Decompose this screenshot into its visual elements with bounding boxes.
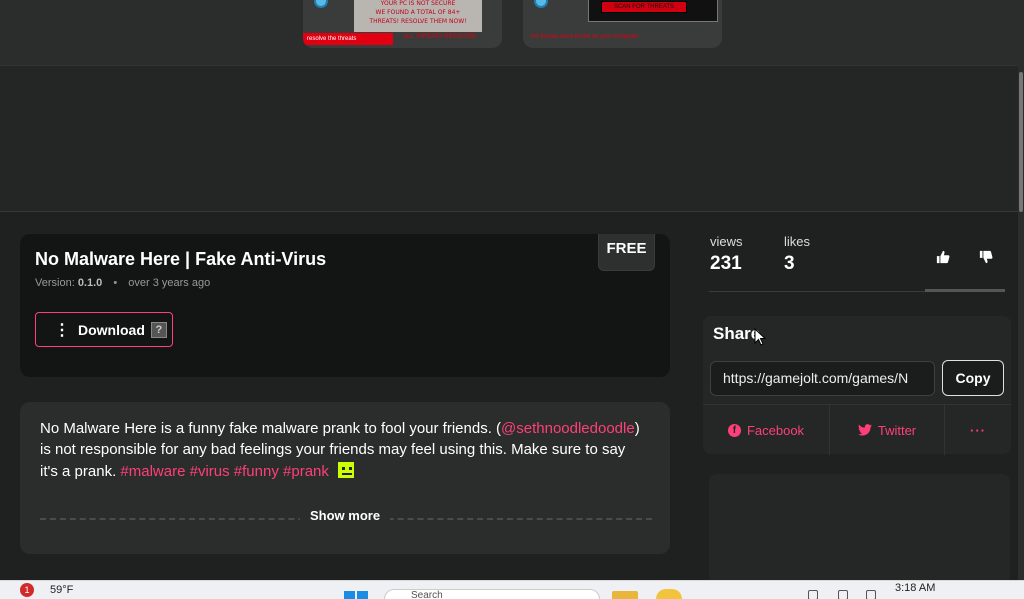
screenshot-text: ALL THREATS RESOLVED bbox=[403, 34, 477, 40]
platform-unknown-icon: ? bbox=[150, 321, 167, 338]
hashtag-link[interactable]: #virus bbox=[190, 463, 230, 480]
info-icon bbox=[314, 0, 328, 8]
kebab-menu-icon: ⋮ bbox=[54, 321, 70, 339]
tray-icon[interactable] bbox=[838, 590, 848, 599]
screenshot-thumbnail-1[interactable]: YOUR PC IS NOT SECURE WE FOUND A TOTAL O… bbox=[303, 0, 502, 48]
grinning-emoji-icon bbox=[336, 460, 357, 480]
user-mention-link[interactable]: @sethnoodledoodle bbox=[501, 420, 635, 437]
share-url-field[interactable]: https://gamejolt.com/games/N bbox=[710, 361, 935, 396]
hashtag-link[interactable]: #prank bbox=[283, 463, 329, 480]
copy-button[interactable]: Copy bbox=[942, 360, 1004, 396]
like-ratio-bar bbox=[925, 289, 1005, 292]
facebook-share-button[interactable]: f Facebook bbox=[703, 405, 830, 455]
taskbar-search-placeholder: Search bbox=[411, 590, 443, 599]
game-stats: views 231 likes 3 bbox=[709, 234, 1005, 292]
likes-count: 3 bbox=[784, 253, 795, 274]
scrollbar[interactable] bbox=[1018, 0, 1024, 580]
scrollbar-thumb[interactable] bbox=[1019, 72, 1023, 212]
game-description: No Malware Here is a funny fake malware … bbox=[40, 418, 645, 482]
share-card: Share https://gamejolt.com/games/N Copy … bbox=[703, 316, 1011, 455]
facebook-icon: f bbox=[727, 423, 741, 437]
hashtag-link[interactable]: #funny bbox=[234, 463, 279, 480]
mouse-cursor-icon bbox=[754, 328, 766, 346]
thumbs-down-icon[interactable] bbox=[979, 250, 993, 264]
screenshot-strip[interactable]: YOUR PC IS NOT SECURE WE FOUND A TOTAL O… bbox=[0, 0, 1024, 66]
screenshot-screen: SCAN FOR THREATS bbox=[588, 0, 718, 22]
game-meta: Version: 0.1.0 • over 3 years ago bbox=[35, 277, 210, 289]
thumbs-up-icon[interactable] bbox=[936, 250, 950, 264]
screenshot-area: YOUR PC IS NOT SECURE WE FOUND A TOTAL O… bbox=[0, 0, 1024, 212]
system-clock[interactable]: 3:18 AM bbox=[895, 582, 935, 594]
views-label: views bbox=[710, 234, 743, 249]
show-more-button[interactable]: Show more bbox=[300, 508, 391, 523]
windows-taskbar: 1 59°F Search 3:18 AM bbox=[0, 580, 1024, 599]
windows-start-icon[interactable] bbox=[344, 591, 368, 599]
price-badge: FREE bbox=[598, 234, 655, 271]
tray-icon[interactable] bbox=[866, 590, 876, 599]
views-stat: views 231 bbox=[710, 234, 743, 275]
version-label: Version: bbox=[35, 277, 75, 289]
info-icon bbox=[534, 0, 548, 8]
version-number: 0.1.0 bbox=[77, 277, 103, 289]
publish-age: over 3 years ago bbox=[128, 277, 211, 289]
screenshot-screen: YOUR PC IS NOT SECURE WE FOUND A TOTAL O… bbox=[354, 0, 482, 32]
download-button[interactable]: ⋮ Download ? bbox=[35, 312, 173, 347]
tray-icon[interactable] bbox=[808, 590, 818, 599]
more-share-options-button[interactable]: ··· bbox=[945, 405, 1011, 455]
screenshot-text: No threats were found on your computer bbox=[531, 34, 639, 40]
hashtag-link[interactable]: #malware bbox=[120, 463, 185, 480]
likes-label: likes bbox=[784, 234, 811, 249]
screenshot-text: THREATS! RESOLVE THEM NOW! bbox=[369, 18, 467, 25]
game-header-card: No Malware Here | Fake Anti-Virus Versio… bbox=[20, 234, 670, 377]
download-label: Download bbox=[78, 321, 145, 338]
views-count: 231 bbox=[710, 253, 742, 274]
description-text: No Malware Here is a funny fake malware … bbox=[40, 420, 502, 437]
description-card: No Malware Here is a funny fake malware … bbox=[20, 402, 670, 554]
screenshot-thumbnail-2[interactable]: SCAN FOR THREATS No threats were found o… bbox=[523, 0, 722, 48]
file-explorer-icon[interactable] bbox=[612, 591, 638, 599]
screenshot-red-bar: resolve the threats bbox=[303, 33, 393, 45]
ad-slot bbox=[709, 474, 1010, 584]
temperature: 59°F bbox=[50, 584, 74, 596]
twitter-label: Twitter bbox=[877, 422, 917, 438]
social-share-row: f Facebook Twitter ··· bbox=[703, 404, 1011, 455]
screenshot-scan-button: SCAN FOR THREATS bbox=[601, 1, 687, 13]
notification-badge: 1 bbox=[20, 583, 34, 597]
likes-stat: likes 3 bbox=[784, 234, 810, 275]
twitter-icon bbox=[857, 424, 872, 436]
facebook-label: Facebook bbox=[746, 422, 805, 438]
screenshot-text: WE FOUND A TOTAL OF 84+ bbox=[375, 9, 461, 16]
weather-widget[interactable]: 1 59°F bbox=[20, 583, 73, 597]
game-title: No Malware Here | Fake Anti-Virus bbox=[35, 249, 327, 269]
browser-icon[interactable] bbox=[656, 589, 682, 599]
screenshot-text: YOUR PC IS NOT SECURE bbox=[380, 0, 456, 7]
separator-dot: • bbox=[113, 277, 118, 289]
twitter-share-button[interactable]: Twitter bbox=[830, 405, 945, 455]
taskbar-search-box[interactable]: Search bbox=[384, 589, 600, 599]
